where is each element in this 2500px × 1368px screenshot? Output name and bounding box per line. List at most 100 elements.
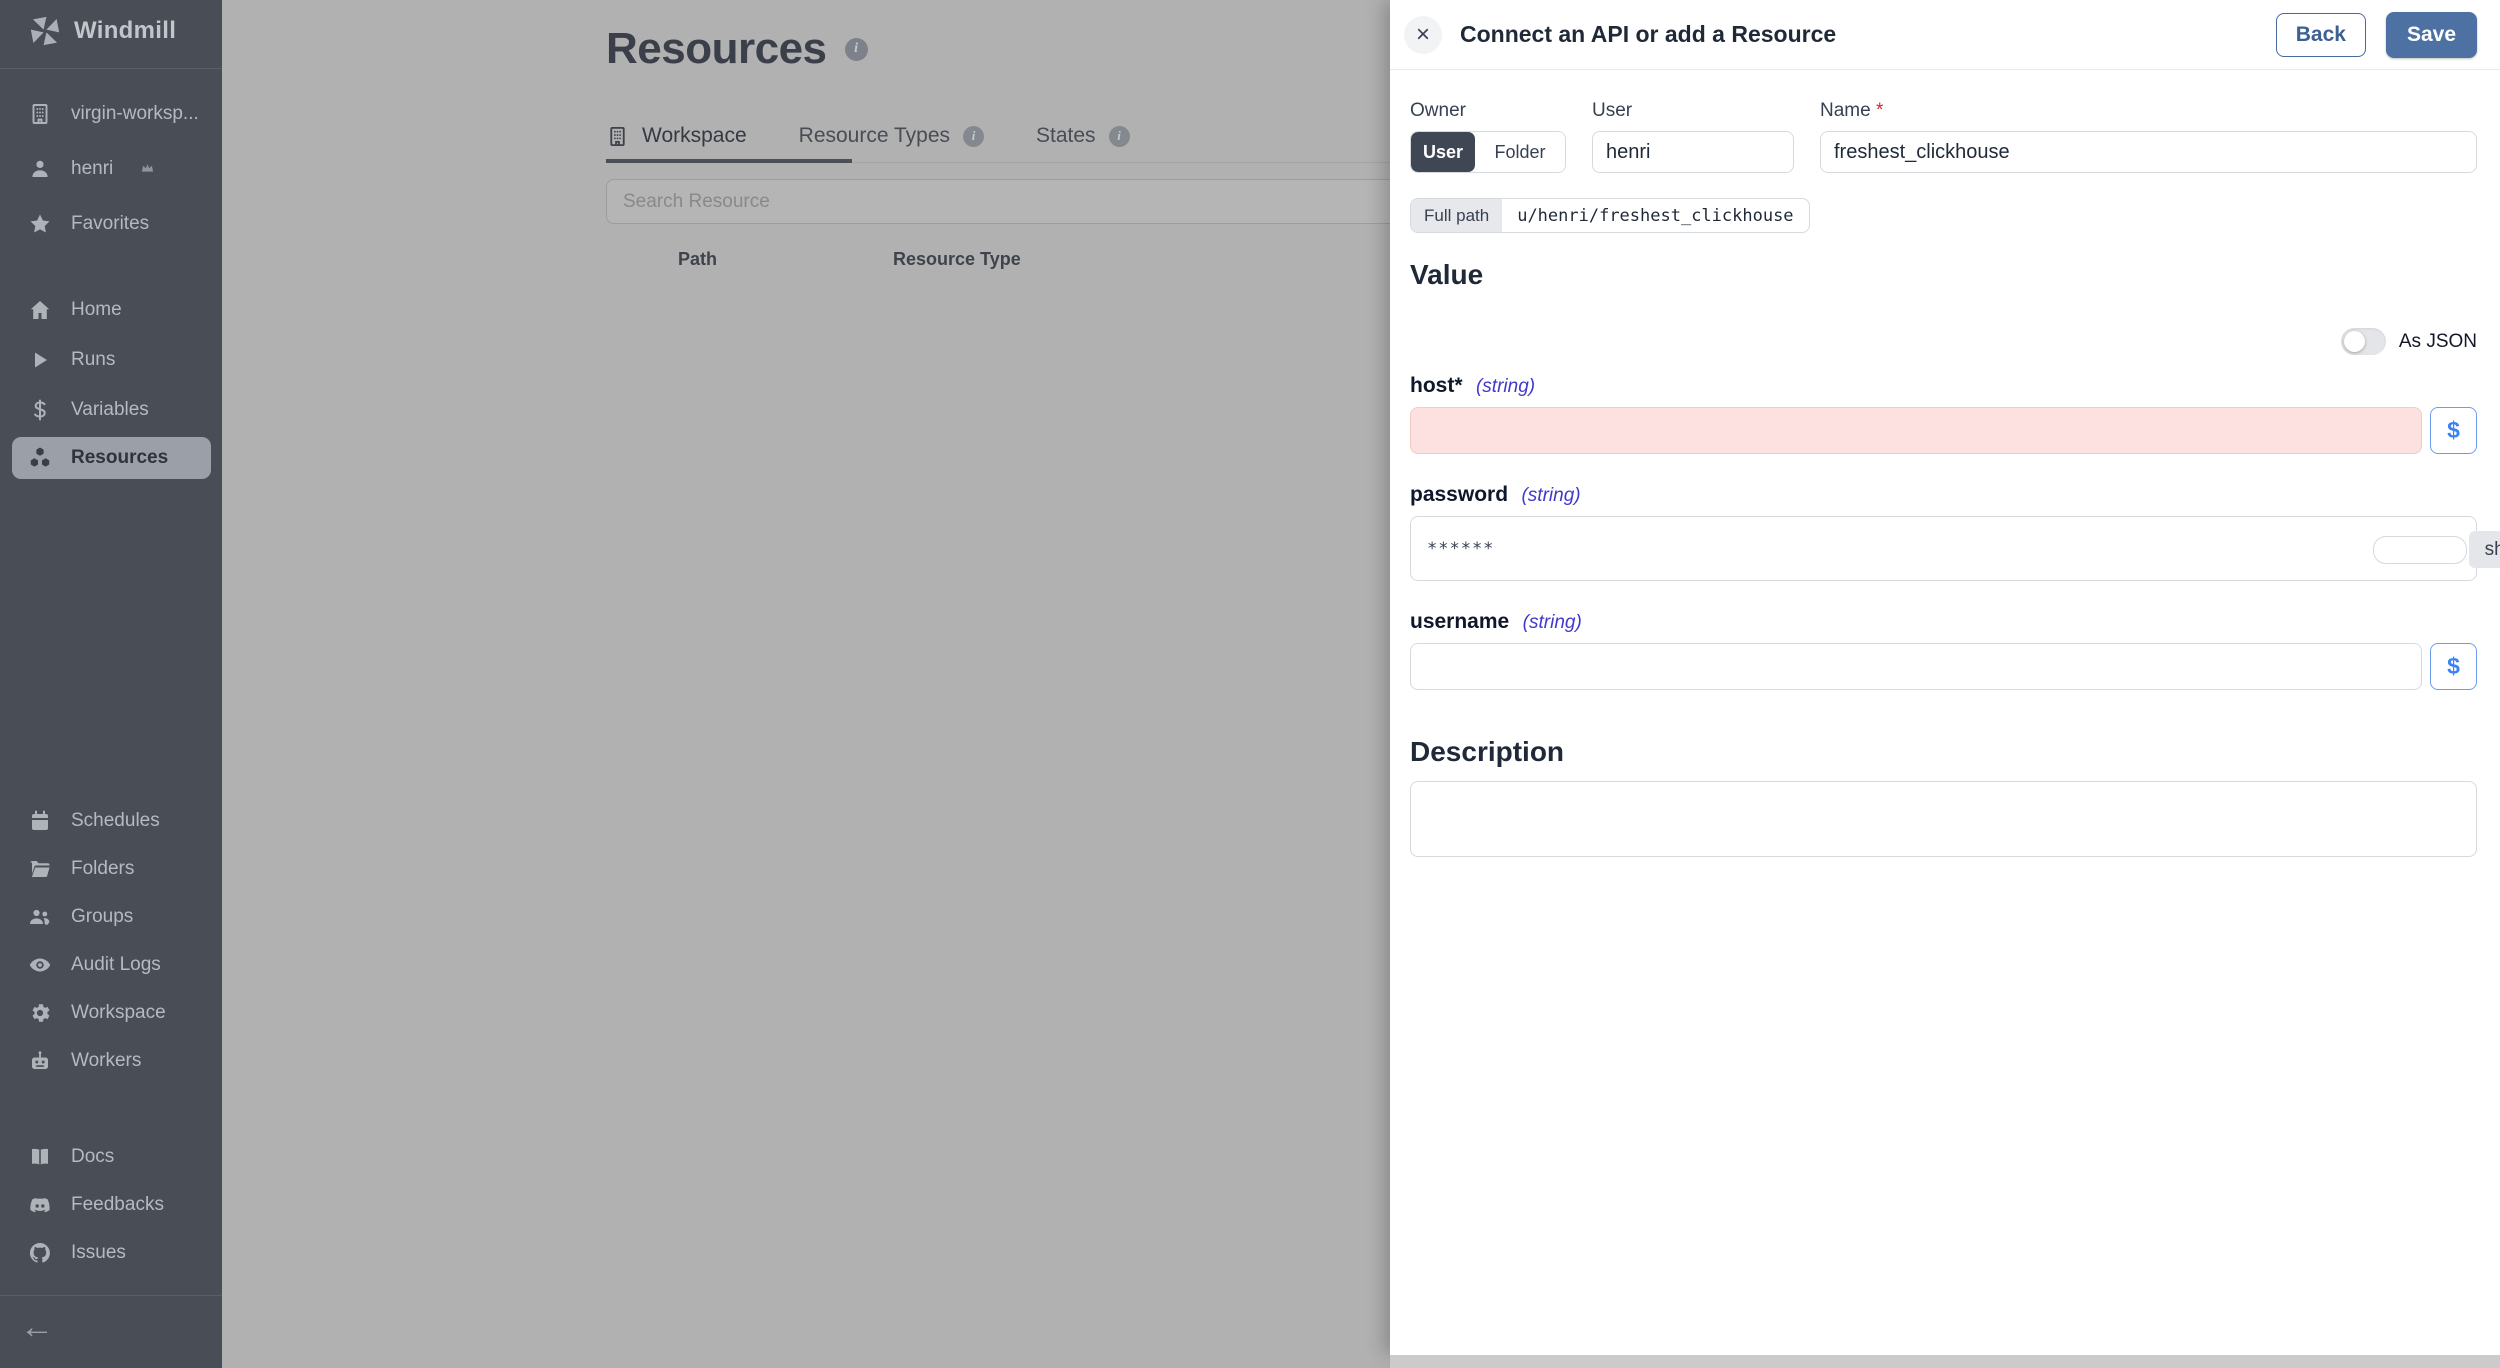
info-icon[interactable]: i bbox=[1108, 125, 1130, 147]
sidebar-main-nav: Home Runs Variables Resources bbox=[0, 285, 222, 481]
nav-label: Folders bbox=[71, 858, 135, 879]
sidebar-item-user-menu[interactable]: henri bbox=[0, 141, 222, 196]
host-input[interactable] bbox=[1410, 407, 2422, 454]
owner-option-folder[interactable]: Folder bbox=[1475, 132, 1565, 172]
tab-label: Workspace bbox=[642, 124, 747, 147]
book-icon bbox=[32, 1148, 48, 1165]
nav-label: Docs bbox=[71, 1146, 115, 1167]
user-icon bbox=[32, 160, 48, 177]
sidebar-item-docs[interactable]: Docs bbox=[0, 1133, 222, 1181]
cubes-icon bbox=[30, 447, 50, 467]
workspace-switcher-label: virgin-worksp... bbox=[71, 102, 199, 124]
field-username: username (string) $ bbox=[1410, 610, 2477, 690]
save-button[interactable]: Save bbox=[2385, 11, 2477, 58]
description-textarea[interactable] bbox=[1410, 781, 2477, 857]
robot-icon bbox=[32, 1051, 48, 1069]
crown-icon bbox=[140, 161, 155, 176]
collapse-sidebar-button[interactable]: ← bbox=[20, 1310, 54, 1344]
users-icon bbox=[30, 909, 50, 925]
tab-workspace[interactable]: Workspace bbox=[606, 124, 747, 148]
as-json-toggle[interactable] bbox=[2340, 328, 2386, 355]
sidebar-item-feedbacks[interactable]: Feedbacks bbox=[0, 1181, 222, 1229]
resource-drawer: × Connect an API or add a Resource Back … bbox=[1390, 0, 2500, 1355]
sidebar-item-resources[interactable]: Resources bbox=[12, 437, 211, 479]
sidebar-admin-nav: Schedules Folders Groups Audit Logs Work… bbox=[0, 797, 222, 1085]
sidebar-item-workspace-settings[interactable]: Workspace bbox=[0, 989, 222, 1037]
nav-label: Workers bbox=[71, 1050, 142, 1071]
nav-label: Feedbacks bbox=[71, 1194, 164, 1215]
name-field-label: Name * bbox=[1820, 100, 1884, 121]
folder-icon bbox=[30, 861, 50, 877]
sidebar-item-workers[interactable]: Workers bbox=[0, 1037, 222, 1085]
nav-label: Groups bbox=[71, 906, 134, 927]
drawer-body: Owner User Folder User Name * bbox=[1390, 70, 2500, 862]
insert-variable-button[interactable]: $ bbox=[2430, 643, 2477, 690]
github-icon bbox=[29, 1242, 50, 1263]
gear-icon bbox=[32, 1004, 50, 1022]
field-label: username (string) bbox=[1410, 610, 1582, 633]
nav-label: Runs bbox=[71, 349, 116, 370]
drawer-title: Connect an API or add a Resource bbox=[1460, 21, 1837, 47]
sidebar-item-issues[interactable]: Issues bbox=[0, 1229, 222, 1277]
resource-name-input[interactable] bbox=[1820, 131, 2477, 173]
tab-bar: Workspace Resource Types i States i bbox=[606, 114, 1130, 158]
sidebar: Windmill virgin-worksp... henri Favorite… bbox=[0, 0, 222, 1368]
sidebar-divider bbox=[0, 68, 222, 69]
owner-label: Owner bbox=[1410, 100, 1466, 121]
insert-variable-button[interactable]: $ bbox=[2430, 407, 2477, 454]
tab-resource-types[interactable]: Resource Types i bbox=[798, 124, 985, 148]
info-icon[interactable]: i bbox=[844, 37, 868, 61]
show-password-button[interactable]: show bbox=[2468, 531, 2500, 568]
nav-label: Audit Logs bbox=[71, 954, 161, 975]
sidebar-item-variables[interactable]: Variables bbox=[0, 385, 222, 435]
sidebar-item-audit-logs[interactable]: Audit Logs bbox=[0, 941, 222, 989]
nav-label: Variables bbox=[71, 399, 149, 420]
tab-states[interactable]: States i bbox=[1036, 124, 1130, 148]
owner-option-user[interactable]: User bbox=[1411, 132, 1475, 172]
info-icon[interactable]: i bbox=[963, 125, 985, 147]
tab-label: Resource Types bbox=[798, 124, 951, 147]
column-header-path: Path bbox=[678, 249, 718, 269]
drawer-horizontal-scrollbar[interactable] bbox=[1390, 1355, 2500, 1368]
sidebar-item-home[interactable]: Home bbox=[0, 285, 222, 335]
sidebar-item-folders[interactable]: Folders bbox=[0, 845, 222, 893]
nav-label: Resources bbox=[71, 447, 169, 468]
close-icon[interactable]: × bbox=[1404, 15, 1442, 54]
back-button[interactable]: Back bbox=[2275, 12, 2366, 57]
field-label: host* (string) bbox=[1410, 374, 1536, 397]
sidebar-item-workspace-switcher[interactable]: virgin-worksp... bbox=[0, 86, 222, 141]
building-icon bbox=[610, 126, 625, 146]
toggle-knob bbox=[2343, 331, 2365, 352]
username-input[interactable] bbox=[1410, 643, 2422, 690]
nav-label: Workspace bbox=[71, 1002, 166, 1023]
column-header-resource-type: Resource Type bbox=[893, 249, 1021, 269]
star-icon bbox=[30, 214, 50, 232]
user-menu-label: henri bbox=[71, 157, 114, 179]
sidebar-context-group: virgin-worksp... henri Favorites bbox=[0, 86, 222, 251]
owner-toggle: User Folder bbox=[1410, 131, 1566, 173]
sidebar-footer-nav: Docs Feedbacks Issues bbox=[0, 1133, 222, 1277]
full-path: Full path u/henri/freshest_clickhouse bbox=[1410, 198, 1810, 233]
password-reveal-pill bbox=[2373, 536, 2467, 564]
page-title: Resources bbox=[606, 24, 827, 73]
user-field-label: User bbox=[1592, 100, 1633, 121]
windmill-logo[interactable]: Windmill bbox=[28, 14, 176, 48]
sidebar-item-schedules[interactable]: Schedules bbox=[0, 797, 222, 845]
owner-user-input[interactable] bbox=[1592, 131, 1794, 173]
description-title: Description bbox=[1410, 736, 1565, 767]
favorites-label: Favorites bbox=[71, 212, 150, 234]
value-section-title: Value bbox=[1410, 259, 1484, 290]
tab-label: States bbox=[1036, 124, 1096, 147]
windmill-app: Windmill virgin-worksp... henri Favorite… bbox=[0, 0, 2500, 1368]
nav-label: Home bbox=[71, 299, 122, 320]
sidebar-item-groups[interactable]: Groups bbox=[0, 893, 222, 941]
eye-icon bbox=[29, 958, 51, 972]
calendar-icon bbox=[31, 810, 49, 830]
nav-label: Schedules bbox=[71, 810, 160, 831]
full-path-label: Full path bbox=[1411, 199, 1503, 232]
sidebar-item-runs[interactable]: Runs bbox=[0, 335, 222, 385]
password-input[interactable] bbox=[1410, 516, 2477, 581]
active-tab-underline bbox=[606, 159, 852, 163]
drawer-header: × Connect an API or add a Resource Back … bbox=[1390, 0, 2500, 70]
sidebar-item-favorites[interactable]: Favorites bbox=[0, 196, 222, 251]
